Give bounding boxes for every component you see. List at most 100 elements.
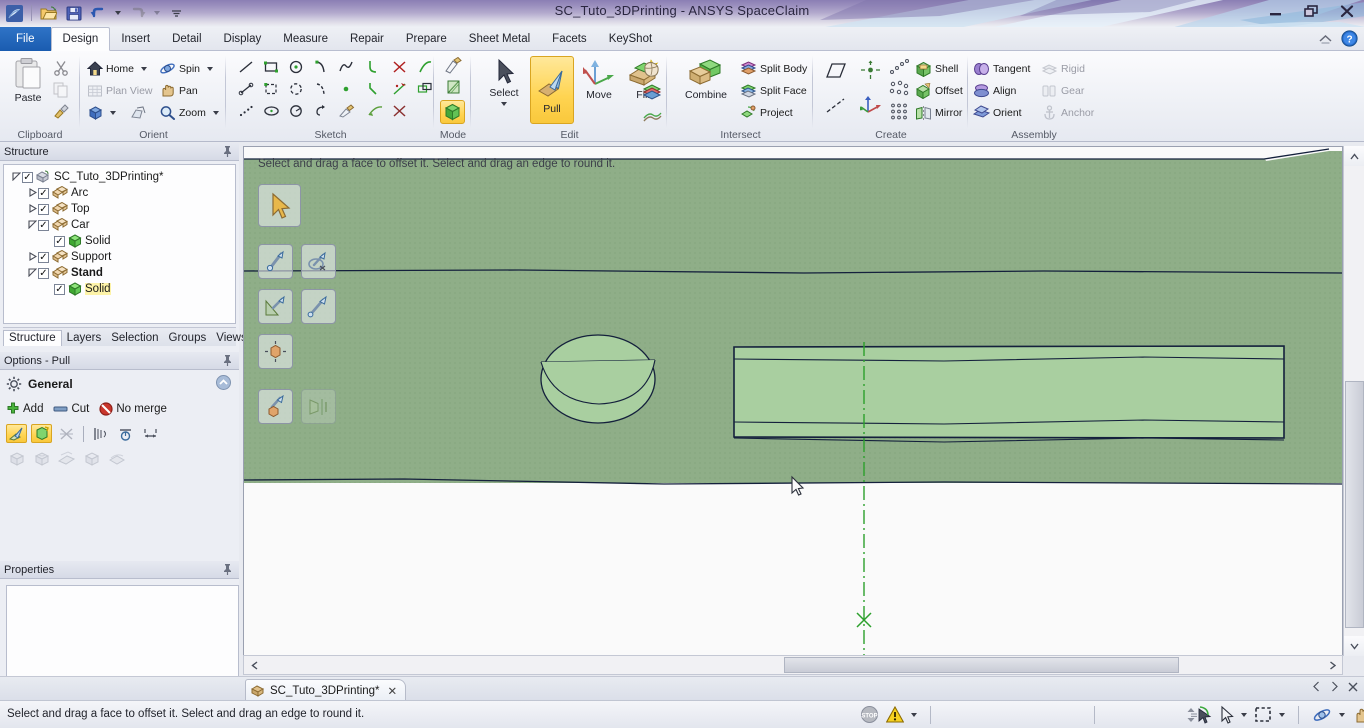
home-button[interactable]: Home	[87, 58, 147, 79]
plane-icon[interactable]	[822, 58, 850, 82]
tree-node[interactable]: ✓Solid	[6, 281, 233, 297]
spin-tool-icon[interactable]	[1312, 704, 1332, 726]
tree-node[interactable]: ✓Solid	[6, 233, 233, 249]
axis-icon[interactable]	[858, 93, 882, 117]
chamfer-edge-icon[interactable]	[56, 449, 77, 468]
box-select-dropdown[interactable]	[1279, 704, 1285, 726]
trim-icon[interactable]	[389, 57, 411, 77]
tree-expand-icon[interactable]	[26, 220, 38, 231]
spin-dropdown[interactable]	[1339, 704, 1345, 726]
tree-node-checkbox[interactable]: ✓	[38, 188, 49, 199]
pull-direction-tool[interactable]	[258, 244, 293, 279]
panel-tab-structure[interactable]: Structure	[3, 330, 62, 346]
add-mode-button[interactable]: Add	[6, 402, 43, 416]
points-icon[interactable]	[235, 101, 257, 121]
split-face-button[interactable]: Split Face	[740, 80, 807, 101]
scroll-right-icon[interactable]	[1322, 656, 1342, 674]
pull-both-sides-icon[interactable]	[31, 424, 52, 443]
stop-icon[interactable]: STOP	[860, 704, 879, 726]
tab-sheet-metal[interactable]: Sheet Metal	[458, 27, 541, 51]
3d-viewport[interactable]: Select and drag a face to offset it. Sel…	[243, 146, 1343, 656]
properties-grid[interactable]	[6, 585, 239, 683]
redo-icon[interactable]	[127, 3, 148, 24]
select-mode-icon[interactable]	[1219, 704, 1234, 726]
solid-mode-icon[interactable]	[440, 100, 465, 124]
tree-node-checkbox[interactable]: ✓	[38, 268, 49, 279]
section-mode-icon[interactable]	[442, 78, 464, 98]
tab-keyshot[interactable]: KeyShot	[598, 27, 663, 51]
sketch-mode-icon[interactable]	[335, 101, 357, 121]
paste-button[interactable]: Paste	[8, 57, 48, 104]
tangent-button[interactable]: Tangent	[973, 58, 1030, 79]
scroll-down-icon[interactable]	[1344, 636, 1364, 656]
tab-measure[interactable]: Measure	[272, 27, 339, 51]
pull-button[interactable]: Pull	[530, 56, 574, 124]
collapse-chevron-icon[interactable]	[216, 375, 231, 393]
ellipse-arc-icon[interactable]	[285, 101, 307, 121]
tab-insert[interactable]: Insert	[110, 27, 161, 51]
rigid-button[interactable]: Rigid	[1041, 58, 1085, 79]
project-button[interactable]: Project	[740, 102, 793, 123]
sketch-grid-spin-icon[interactable]	[1186, 704, 1212, 726]
cut-mode-button[interactable]: Cut	[53, 403, 89, 415]
viewport-geometry[interactable]	[244, 147, 1343, 656]
blend-icon[interactable]	[640, 57, 664, 79]
tab-facets[interactable]: Facets	[541, 27, 598, 51]
tree-expand-icon[interactable]	[10, 172, 22, 183]
tree-node[interactable]: ✓Car	[6, 217, 233, 233]
pull-mirror-tool[interactable]	[301, 389, 336, 424]
document-tab-bar[interactable]: SC_Tuto_3DPrinting* ✕	[0, 676, 1364, 700]
move-button[interactable]: Move	[578, 58, 620, 101]
rectangle-icon[interactable]	[260, 57, 282, 77]
shell-button[interactable]: Shell	[915, 58, 958, 79]
no-merge-button[interactable]: No merge	[99, 402, 167, 416]
tab-detail[interactable]: Detail	[161, 27, 212, 51]
points-circle-icon[interactable]	[888, 78, 912, 99]
options-secondary-row[interactable]	[6, 449, 233, 468]
zoom-button[interactable]: Zoom	[159, 102, 219, 123]
pattern-icon[interactable]	[640, 81, 664, 103]
circle-icon[interactable]	[285, 57, 307, 77]
align-button[interactable]: Align	[973, 80, 1016, 101]
combine-button[interactable]: Combine	[676, 58, 736, 101]
split-body-button[interactable]: Split Body	[740, 58, 807, 79]
sketch-mode-icon[interactable]	[442, 56, 464, 76]
offset-button[interactable]: Offset	[915, 80, 963, 101]
tree-node-checkbox[interactable]: ✓	[22, 172, 33, 183]
pivot-edge-icon[interactable]	[106, 449, 127, 468]
pull-curve-tool[interactable]	[301, 289, 336, 324]
pull-rotate-tool[interactable]	[301, 244, 336, 279]
points-grid-icon[interactable]	[888, 100, 912, 122]
undo-dropdown-icon[interactable]	[113, 3, 123, 24]
minimize-ribbon-icon[interactable]	[1318, 32, 1333, 48]
tree-node[interactable]: ✓Support	[6, 249, 233, 265]
tree-collapse-icon[interactable]	[26, 252, 38, 263]
status-bar-tools[interactable]: STOP	[860, 701, 1364, 728]
document-tab-nav[interactable]	[1312, 681, 1358, 695]
pull-dimension-icon[interactable]	[140, 424, 161, 443]
scroll-left-icon[interactable]	[244, 656, 264, 674]
line-icon[interactable]	[235, 57, 257, 77]
three-point-arc-icon[interactable]	[310, 79, 332, 99]
box-select-icon[interactable]	[1254, 704, 1272, 726]
pan-tool-icon[interactable]	[1352, 704, 1364, 726]
select-arrow-tool[interactable]	[258, 184, 301, 227]
tree-node[interactable]: ✓Arc	[6, 185, 233, 201]
corner-rect-icon[interactable]	[260, 79, 282, 99]
tree-node[interactable]: ✓Stand	[6, 265, 233, 281]
origin-icon[interactable]	[858, 58, 882, 82]
orient-button[interactable]: Orient	[973, 102, 1022, 123]
view-orientation-button[interactable]	[87, 102, 148, 123]
structure-tree[interactable]: ✓SC_Tuto_3DPrinting*✓Arc✓Top✓Car✓Solid✓S…	[4, 165, 235, 301]
panel-tab-groups[interactable]: Groups	[164, 331, 212, 346]
save-icon[interactable]	[63, 3, 84, 24]
restore-button[interactable]	[1298, 1, 1324, 21]
scroll-up-icon[interactable]	[1344, 146, 1364, 166]
pan-button[interactable]: Pan	[159, 80, 198, 101]
panel-tab-selection[interactable]: Selection	[106, 331, 163, 346]
minimize-button[interactable]	[1262, 1, 1288, 21]
customize-qat-icon[interactable]	[166, 3, 187, 24]
mirror-button[interactable]: Mirror	[915, 102, 962, 123]
pin-icon[interactable]	[222, 354, 233, 370]
warning-dropdown-icon[interactable]	[911, 704, 917, 726]
